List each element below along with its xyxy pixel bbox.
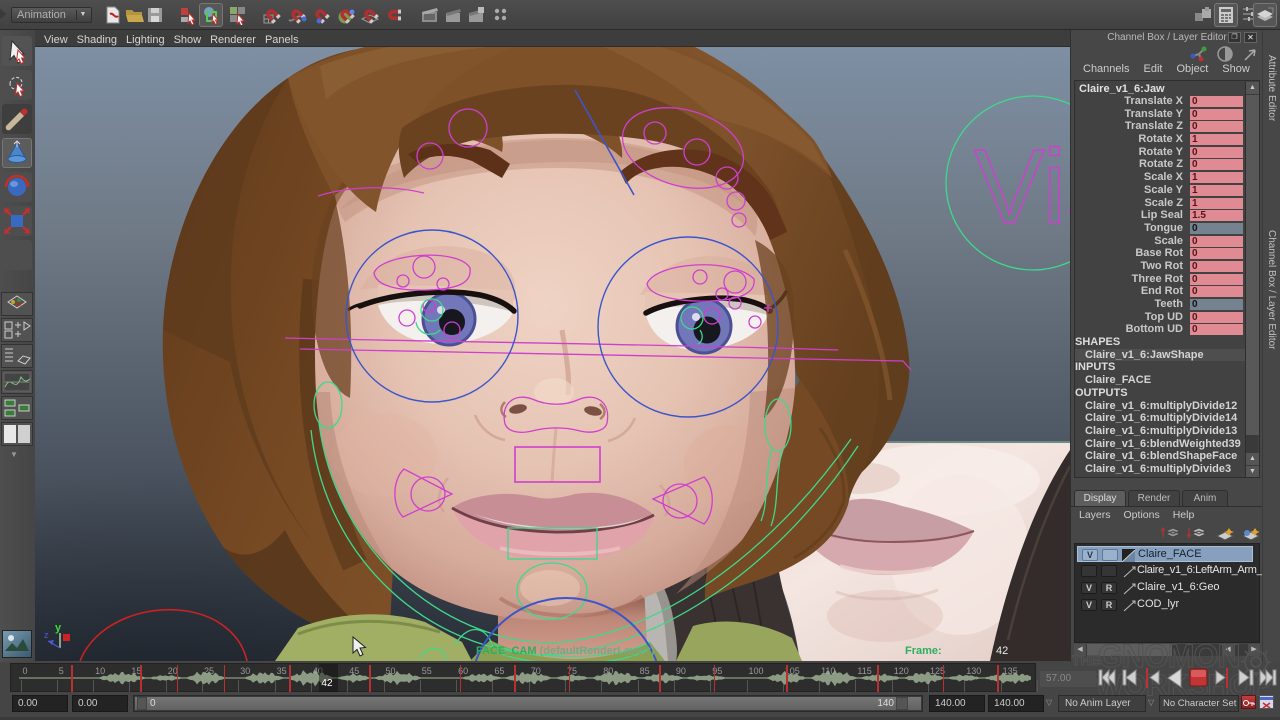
svg-text:Vis: Vis bbox=[974, 128, 1070, 246]
svg-text:z: z bbox=[44, 630, 49, 640]
svg-text:Frame:: Frame: bbox=[905, 645, 942, 657]
svg-text:FACE_CAM (defaultRenderLayer*): FACE_CAM (defaultRenderLayer*) bbox=[476, 645, 655, 657]
svg-text:42: 42 bbox=[996, 645, 1008, 657]
svg-text:y: y bbox=[55, 622, 62, 634]
